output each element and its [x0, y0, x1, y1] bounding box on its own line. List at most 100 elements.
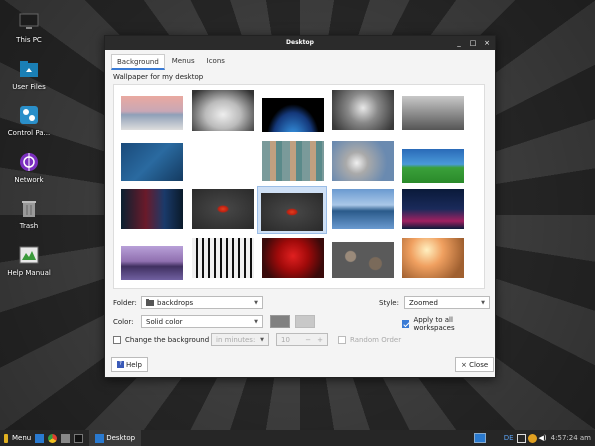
control-panel-icon	[20, 106, 38, 124]
desktop-icon-label: Help Manual	[7, 269, 51, 277]
chevron-down-icon: ▼	[260, 336, 264, 343]
wallpaper-label: Wallpaper for my desktop	[113, 73, 204, 81]
wallpaper-thumb[interactable]	[121, 96, 183, 130]
desktop-icon-user-files[interactable]: User Files	[0, 59, 58, 91]
tab-menus[interactable]: Menus	[167, 54, 200, 70]
apply-all-label: Apply to all workspaces	[413, 316, 455, 332]
folder-small-icon	[146, 299, 154, 306]
taskbar: Menu Desktop DE ◀) 4:57:24 am	[0, 430, 595, 446]
files-icon[interactable]	[61, 433, 71, 443]
wallpaper-thumb[interactable]	[121, 246, 183, 280]
clock[interactable]: 4:57:24 am	[551, 434, 591, 442]
wallpaper-thumb[interactable]	[121, 189, 183, 229]
wallpaper-thumb[interactable]	[262, 238, 324, 278]
folder-label: Folder:	[113, 298, 137, 307]
wallpaper-thumb[interactable]	[192, 238, 254, 278]
wallpaper-thumb[interactable]	[262, 98, 324, 132]
random-order-checkbox[interactable]	[338, 335, 346, 344]
task-label: Desktop	[106, 434, 136, 442]
change-bg-label: Change the background	[125, 335, 210, 344]
spin-decrement-button[interactable]: −	[305, 336, 311, 344]
wallpaper-thumb[interactable]	[332, 242, 394, 278]
browser-icon[interactable]	[48, 433, 58, 443]
volume-icon[interactable]: ◀)	[539, 434, 547, 442]
style-label: Style:	[379, 298, 399, 307]
help-icon: ?	[117, 361, 124, 368]
wallpaper-thumb-selected[interactable]	[261, 193, 323, 231]
wallpaper-thumb[interactable]	[192, 90, 254, 131]
desktop-task-icon	[95, 433, 105, 443]
keyboard-layout[interactable]: DE	[504, 434, 514, 442]
menu-label: Menu	[12, 434, 32, 442]
close-button[interactable]: × Close	[455, 357, 495, 372]
desktop-settings-dialog: Desktop _ □ × Background Menus Icons Wal…	[104, 35, 496, 378]
desktop-icon-label: Trash	[19, 222, 39, 230]
interval-spinbox[interactable]: 10 − +	[276, 333, 328, 346]
color-label: Color:	[113, 317, 134, 326]
chevron-down-icon: ▼	[254, 299, 258, 306]
color-mode-select[interactable]: Solid color ▼	[141, 315, 263, 328]
wallpaper-thumb[interactable]	[402, 189, 464, 229]
wallpaper-thumb[interactable]	[332, 189, 394, 229]
change-bg-checkbox[interactable]	[113, 335, 121, 344]
primary-color-swatch[interactable]	[270, 315, 290, 328]
desktop-icon-label: User Files	[12, 83, 46, 91]
folder-value: backdrops	[157, 298, 194, 307]
folder-select[interactable]: backdrops ▼	[141, 296, 263, 309]
style-row: Style: Zoomed ▼	[379, 296, 490, 309]
desktop-icon-label: This PC	[16, 36, 42, 44]
chevron-down-icon: ▼	[254, 318, 258, 325]
help-button[interactable]: ? Help	[111, 357, 148, 372]
folder-icon	[20, 61, 38, 77]
wallpaper-thumb[interactable]	[332, 90, 394, 130]
minimize-button[interactable]: _	[455, 36, 463, 50]
tab-background[interactable]: Background	[111, 54, 165, 70]
network-icon	[20, 153, 38, 171]
show-desktop-icon[interactable]	[35, 433, 45, 443]
desktop-icon-label: Network	[14, 176, 44, 184]
spin-increment-button[interactable]: +	[317, 336, 323, 344]
menu-icon	[4, 433, 8, 443]
wallpaper-thumb[interactable]	[402, 96, 464, 130]
terminal-icon[interactable]	[74, 433, 84, 443]
wallpaper-thumb[interactable]	[192, 189, 254, 229]
wallpaper-thumb[interactable]	[402, 238, 464, 278]
interval-select[interactable]: in minutes: ▼	[211, 333, 269, 346]
desktop-icon-control-panel[interactable]: Control Pa...	[0, 105, 58, 137]
network-tray-icon[interactable]	[516, 433, 526, 443]
computer-icon	[19, 13, 39, 29]
update-tray-icon[interactable]	[527, 433, 537, 443]
help-button-label: Help	[126, 360, 142, 369]
change-bg-row: Change the background in minutes: ▼ 10 −…	[113, 333, 401, 346]
tab-bar: Background Menus Icons	[105, 50, 495, 70]
wallpaper-thumb[interactable]	[332, 141, 394, 181]
maximize-button[interactable]: □	[469, 36, 477, 50]
menu-button[interactable]: Menu	[4, 433, 32, 443]
trash-icon	[22, 201, 36, 217]
tab-icons[interactable]: Icons	[202, 54, 230, 70]
style-value: Zoomed	[409, 298, 438, 307]
chevron-down-icon: ▼	[481, 299, 485, 306]
wallpaper-thumb[interactable]	[121, 143, 183, 181]
desktop-icon-label: Control Pa...	[7, 129, 51, 137]
color-row: Color: Solid color ▼	[113, 315, 315, 328]
dialog-title: Desktop	[286, 39, 314, 46]
taskbar-task-desktop[interactable]: Desktop	[89, 430, 142, 446]
desktop-icon-network[interactable]: Network	[0, 152, 58, 184]
monitor-icon[interactable]	[473, 433, 486, 443]
dialog-titlebar[interactable]: Desktop _ □ ×	[105, 36, 495, 50]
secondary-color-swatch[interactable]	[295, 315, 315, 328]
apply-all-checkbox[interactable]	[402, 320, 410, 328]
apply-all-row[interactable]: Apply to all workspaces	[402, 316, 489, 332]
close-window-button[interactable]: ×	[483, 36, 491, 50]
desktop-icon-trash[interactable]: Trash	[0, 198, 58, 230]
wallpaper-thumb[interactable]	[402, 149, 464, 183]
desktop-icon-help-manual[interactable]: Help Manual	[0, 245, 58, 277]
random-order-label: Random Order	[350, 335, 402, 344]
wallpaper-thumb[interactable]	[262, 141, 324, 181]
desktop-icon-this-pc[interactable]: This PC	[0, 12, 58, 44]
interval-spin-value: 10	[281, 335, 290, 344]
style-select[interactable]: Zoomed ▼	[404, 296, 490, 309]
interval-value: in minutes:	[216, 335, 256, 344]
help-manual-icon	[19, 246, 39, 264]
